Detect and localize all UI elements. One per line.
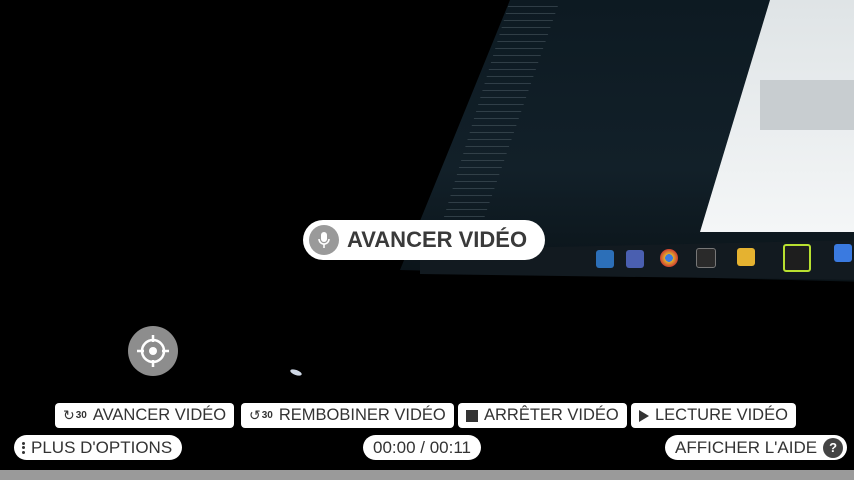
more-options-button[interactable]: PLUS D'OPTIONS [14, 435, 183, 460]
taskbar-app-icon [696, 248, 716, 268]
light-reflection [289, 368, 303, 377]
crosshair-button[interactable] [128, 326, 178, 376]
taskbar-app-icon [783, 244, 811, 272]
voice-command-indicator: AVANCER VIDÉO [303, 220, 546, 260]
voice-command-label: AVANCER VIDÉO [347, 227, 528, 252]
rewind-video-label: REMBOBINER VIDÉO [278, 406, 446, 424]
show-help-label: AFFICHER L'AIDE [675, 437, 818, 457]
forward-30-icon: ↻ 30 [63, 407, 87, 423]
time-display: 00:00 / 00:11 [363, 435, 481, 460]
kebab-menu-icon [22, 441, 25, 454]
rewind-video-button[interactable]: ↺ 30 REMBOBINER VIDÉO [241, 403, 454, 428]
stop-video-button[interactable]: ARRÊTER VIDÉO [458, 403, 627, 428]
taskbar-app-icon [737, 248, 755, 266]
taskbar-app-icon [834, 244, 852, 262]
forward-video-button[interactable]: ↻ 30 AVANCER VIDÉO [55, 403, 235, 428]
play-icon [639, 409, 649, 422]
forward-video-label: AVANCER VIDÉO [92, 406, 227, 424]
play-video-button[interactable]: LECTURE VIDÉO [631, 403, 796, 428]
microphone-icon [309, 225, 339, 255]
stop-video-label: ARRÊTER VIDÉO [484, 406, 619, 424]
taskbar-app-icon [596, 250, 614, 268]
more-options-label: PLUS D'OPTIONS [31, 437, 173, 457]
rewind-30-icon: ↺ 30 [249, 407, 273, 423]
stop-icon [466, 409, 478, 422]
help-icon: ? [823, 437, 844, 458]
taskbar-app-icon [626, 250, 644, 268]
bottom-edge-bar [0, 470, 854, 480]
show-help-button[interactable]: AFFICHER L'AIDE ? [665, 435, 848, 460]
time-readout: 00:00 / 00:11 [373, 437, 471, 457]
crosshair-icon [137, 335, 169, 367]
taskbar-app-icon [660, 249, 678, 267]
play-video-label: LECTURE VIDÉO [655, 406, 788, 424]
